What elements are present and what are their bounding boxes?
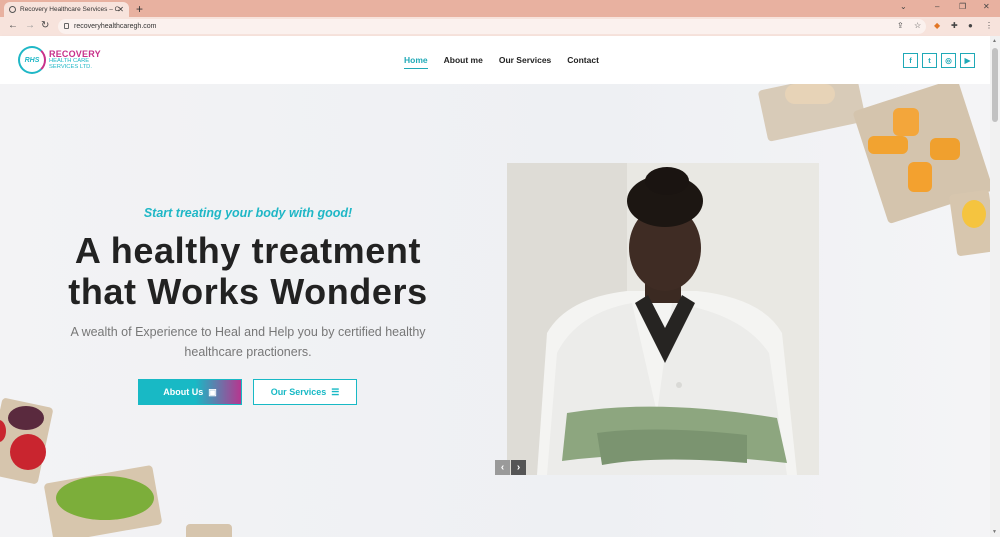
forward-icon[interactable]: →: [25, 20, 35, 31]
url-field[interactable]: recoveryhealthcaregh.com: [58, 19, 926, 34]
fox-extension-icon[interactable]: ◆: [934, 21, 940, 30]
browser-tab-strip: Recovery Healthcare Services – C ✕ + ⌄ –…: [0, 0, 1000, 17]
slider-prev-icon[interactable]: ‹: [495, 460, 510, 475]
mango-piece-image: [930, 138, 960, 160]
mango-piece-image: [908, 162, 932, 192]
youtube-icon[interactable]: ▶: [960, 53, 975, 68]
main-nav: Home About me Our Services Contact: [404, 55, 599, 69]
scroll-up-icon[interactable]: ▲: [992, 38, 997, 44]
hero-headline-line1: A healthy treatment: [74, 230, 422, 271]
logo-line3: SERVICES LTD.: [49, 63, 92, 70]
our-services-label: Our Services: [270, 387, 327, 397]
nav-our-services[interactable]: Our Services: [499, 55, 551, 69]
our-services-button[interactable]: Our Services ☰: [253, 379, 357, 405]
chevron-down-icon[interactable]: ⌄: [900, 2, 907, 11]
instagram-icon[interactable]: ◎: [941, 53, 956, 68]
blackberry-image: [8, 406, 44, 430]
portrait-illustration: [507, 163, 819, 475]
list-icon: ☰: [331, 386, 340, 397]
nav-about-me[interactable]: About me: [444, 55, 483, 69]
profile-avatar-icon[interactable]: ●: [968, 21, 973, 30]
page-scrollbar[interactable]: ▲ ▼: [990, 36, 1000, 537]
lock-icon: [64, 23, 69, 29]
twitter-icon[interactable]: t: [922, 53, 937, 68]
restore-icon[interactable]: ❐: [959, 2, 966, 11]
favicon-icon: [9, 6, 16, 13]
toast-image: [186, 524, 232, 537]
address-bar-row: ← → ↻ recoveryhealthcaregh.com: [0, 17, 1000, 36]
extensions-puzzle-icon[interactable]: ✚: [951, 21, 958, 30]
scroll-thumb[interactable]: [992, 48, 998, 122]
mango-piece-image: [893, 108, 919, 136]
hero-section: Start treating your body with good! A he…: [0, 84, 990, 537]
user-card-icon: ▣: [208, 386, 217, 397]
reload-icon[interactable]: ↻: [41, 20, 49, 31]
url-text: recoveryhealthcaregh.com: [74, 23, 157, 30]
hero-headline-line2: that Works Wonders: [68, 271, 428, 312]
browser-menu-icon[interactable]: ⋮: [985, 21, 993, 30]
hero-headline: A healthy treatment that Works Wonders: [68, 230, 428, 312]
hero-tagline: Start treating your body with good!: [143, 206, 353, 220]
about-us-label: About Us: [163, 387, 204, 397]
about-us-button[interactable]: About Us ▣: [138, 379, 242, 405]
apple-slice-image: [785, 84, 835, 104]
logo[interactable]: RHS RECOVERY HEALTH CARE SERVICES LTD.: [18, 46, 101, 74]
egg-yolk-image: [962, 200, 986, 228]
close-tab-icon[interactable]: ✕: [117, 5, 124, 14]
nav-contact[interactable]: Contact: [567, 55, 599, 69]
minimize-icon[interactable]: –: [935, 2, 939, 11]
slider-next-icon[interactable]: ›: [511, 460, 526, 475]
back-icon[interactable]: ←: [8, 20, 18, 31]
mango-piece-image: [868, 136, 908, 154]
new-tab-icon[interactable]: +: [136, 2, 143, 16]
hero-subtext: A wealth of Experience to Heal and Help …: [70, 325, 426, 359]
nav-home[interactable]: Home: [404, 55, 428, 69]
kiwi-slice-image: [56, 476, 154, 520]
hero-portrait-image: [507, 163, 819, 475]
close-window-icon[interactable]: ✕: [983, 2, 990, 11]
social-links: f t ◎ ▶: [903, 53, 975, 68]
tab-title: Recovery Healthcare Services – C: [20, 6, 120, 13]
scroll-down-icon[interactable]: ▼: [992, 529, 997, 535]
strawberry-image: [10, 434, 46, 470]
site-header: RHS RECOVERY HEALTH CARE SERVICES LTD. H…: [0, 36, 990, 84]
share-icon[interactable]: ⇪: [897, 21, 904, 30]
logo-mark: RHS: [18, 46, 46, 74]
facebook-icon[interactable]: f: [903, 53, 918, 68]
bookmark-star-icon[interactable]: ☆: [914, 21, 921, 30]
browser-tab[interactable]: Recovery Healthcare Services – C ✕: [4, 2, 129, 17]
